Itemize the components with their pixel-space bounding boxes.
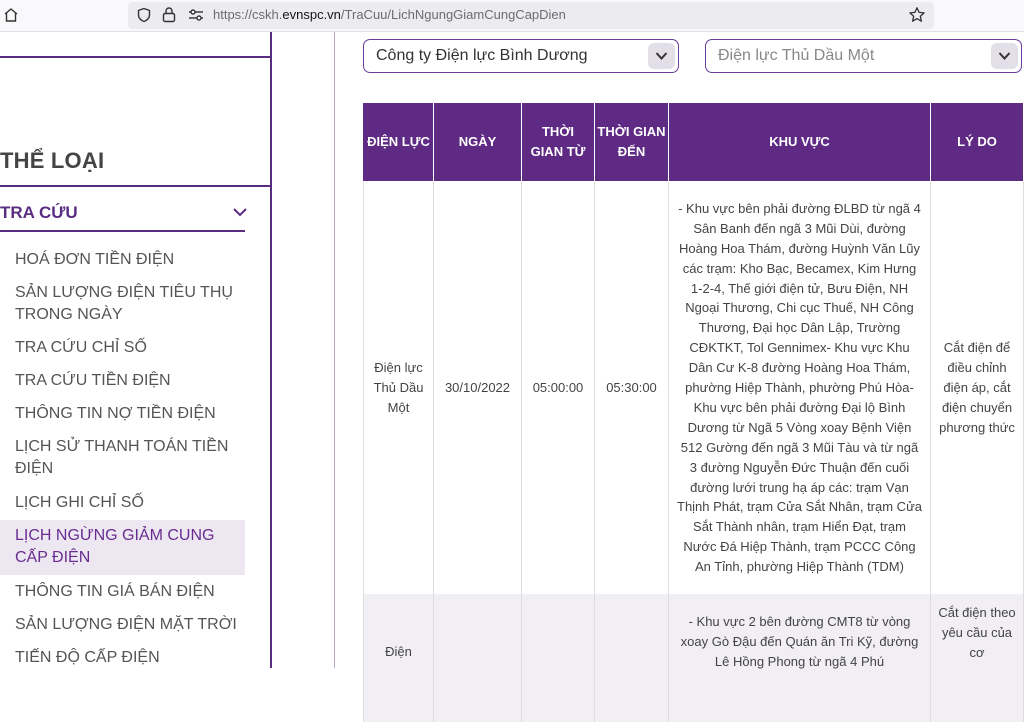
sidebar-item-lich-ngung-giam[interactable]: LỊCH NGỪNG GIẢM CUNG CẤP ĐIỆN [0, 520, 245, 575]
cell-ngay: 30/10/2022 [433, 181, 522, 594]
company-select[interactable]: Công ty Điện lực Bình Dương [363, 39, 679, 73]
sidebar-item-label: TRA CỨU CHỈ SỐ [15, 339, 147, 356]
cell-ly-do: Cắt điện để điều chỉnh điện áp, cắt điện… [930, 181, 1024, 594]
url-text[interactable]: https://cskh.evnspc.vn/TraCuu/LichNgungG… [213, 7, 566, 22]
sidebar-item-gia-ban-dien[interactable]: THÔNG TIN GIÁ BÁN ĐIỆN [0, 581, 245, 603]
sidebar-item-thong-tin-no[interactable]: THÔNG TIN NỢ TIỀN ĐIỆN [0, 403, 245, 425]
sidebar-item-label: SẢN LƯỢNG ĐIỆN MẶT TRỜI [15, 616, 237, 633]
sidebar-item-label: THÔNG TIN NỢ TIỀN ĐIỆN [15, 405, 216, 422]
cell-tu: 05:00:00 [521, 181, 595, 594]
shield-icon[interactable] [136, 7, 152, 23]
column-header-thoi-gian-den: THỜI GIAN ĐẾN [594, 103, 669, 182]
sidebar-heading: THỂ LOẠI [0, 148, 105, 173]
sidebar-section-label: TRA CỨU [0, 203, 78, 222]
sidebar-item-label: HOÁ ĐƠN TIỀN ĐIỆN [15, 251, 175, 268]
cell-ly-do: Cắt điện theo yêu cầu của cơ [930, 594, 1024, 722]
company-select-value: Công ty Điện lực Bình Dương [376, 47, 588, 64]
table-row: Điện lực Thủ Dầu Một 30/10/2022 05:00:00… [363, 181, 1024, 594]
sidebar-item-hoa-don[interactable]: HOÁ ĐƠN TIỀN ĐIỆN [0, 249, 245, 271]
chevron-down-icon [655, 52, 668, 60]
sidebar-item-tra-cuu-chi-so[interactable]: TRA CỨU CHỈ SỐ [0, 337, 245, 359]
url-domain: evnspc.vn [282, 7, 341, 22]
sidebar-section-tra-cuu[interactable]: TRA CỨU [0, 200, 247, 232]
sidebar-item-tien-do-cap-dien[interactable]: TIẾN ĐỘ CẤP ĐIỆN [0, 647, 245, 669]
branch-select-value: Điện lực Thủ Dầu Một [718, 47, 875, 64]
sidebar-item-label: SẢN LƯỢNG ĐIỆN TIÊU THỤ TRONG NGÀY [15, 284, 233, 323]
sidebar-item-label: TRA CỨU TIỀN ĐIỆN [15, 372, 171, 389]
cell-den [594, 594, 669, 722]
sidebar-item-lich-ghi-chi-so[interactable]: LỊCH GHI CHỈ SỐ [0, 492, 245, 514]
cell-khu-vuc: - Khu vực bên phải đường ĐLBD từ ngã 4 S… [668, 181, 931, 594]
url-prefix: https://cskh. [213, 7, 283, 22]
cell-dien-luc: Điện lực Thủ Dầu Một [363, 181, 434, 594]
cell-den: 05:30:00 [594, 181, 669, 594]
branch-select-toggle[interactable] [991, 43, 1018, 69]
column-header-ngay: NGÀY [433, 103, 522, 182]
sidebar-item-san-luong-tieu-thu[interactable]: SẢN LƯỢNG ĐIỆN TIÊU THỤ TRONG NGÀY [0, 282, 245, 326]
sidebar-item-label: LỊCH SỬ THANH TOÁN TIỀN ĐIỆN [15, 438, 229, 477]
lock-icon[interactable] [162, 6, 176, 23]
sidebar-item-label: LỊCH NGỪNG GIẢM CUNG CẤP ĐIỆN [15, 527, 215, 566]
sidebar-item-tra-cuu-tien-dien[interactable]: TRA CỨU TIỀN ĐIỆN [0, 370, 245, 392]
sidebar-item-label: TIẾN ĐỘ CẤP ĐIỆN [15, 649, 160, 666]
column-header-ly-do: LÝ DO [930, 103, 1024, 182]
bookmark-star-icon[interactable] [908, 6, 926, 24]
column-header-dien-luc: ĐIỆN LỰC [363, 103, 434, 182]
table-row: Điện - Khu vực 2 bên đường CMT8 từ vòng … [363, 594, 1024, 722]
cell-dien-luc: Điện [363, 594, 434, 722]
cell-tu [521, 594, 595, 722]
column-header-thoi-gian-tu: THỜI GIAN TỪ [521, 103, 595, 182]
sidebar-item-dien-mat-troi[interactable]: SẢN LƯỢNG ĐIỆN MẶT TRỜI [0, 614, 245, 636]
cell-khu-vuc: - Khu vực 2 bên đường CMT8 từ vòng xoay … [668, 594, 931, 722]
content-divider [334, 32, 335, 668]
sidebar-heading-divider [0, 185, 270, 187]
table-header-row: ĐIỆN LỰC NGÀY THỜI GIAN TỪ THỜI GIAN ĐẾN… [363, 103, 1024, 182]
sidebar-item-lich-su-thanh-toan[interactable]: LỊCH SỬ THANH TOÁN TIỀN ĐIỆN [0, 436, 245, 480]
company-select-toggle[interactable] [648, 43, 675, 69]
column-header-khu-vuc: KHU VỰC [668, 103, 931, 182]
chevron-down-icon [998, 52, 1011, 60]
chevron-down-icon [233, 208, 247, 217]
cell-ngay [433, 594, 522, 722]
branch-select[interactable]: Điện lực Thủ Dầu Một [705, 39, 1022, 73]
outage-schedule-table: ĐIỆN LỰC NGÀY THỜI GIAN TỪ THỜI GIAN ĐẾN… [363, 103, 1024, 722]
permissions-icon[interactable] [188, 8, 204, 22]
sidebar-top-divider [0, 56, 270, 58]
sidebar: THỂ LOẠI TRA CỨU HOÁ ĐƠN TIỀN ĐIỆN SẢN L… [0, 32, 272, 668]
sidebar-item-label: LỊCH GHI CHỈ SỐ [15, 494, 144, 511]
home-icon[interactable] [3, 7, 19, 23]
url-path: /TraCuu/LichNgungGiamCungCapDien [340, 7, 566, 22]
browser-toolbar: https://cskh.evnspc.vn/TraCuu/LichNgungG… [0, 0, 1024, 32]
sidebar-item-label: THÔNG TIN GIÁ BÁN ĐIỆN [15, 583, 215, 600]
